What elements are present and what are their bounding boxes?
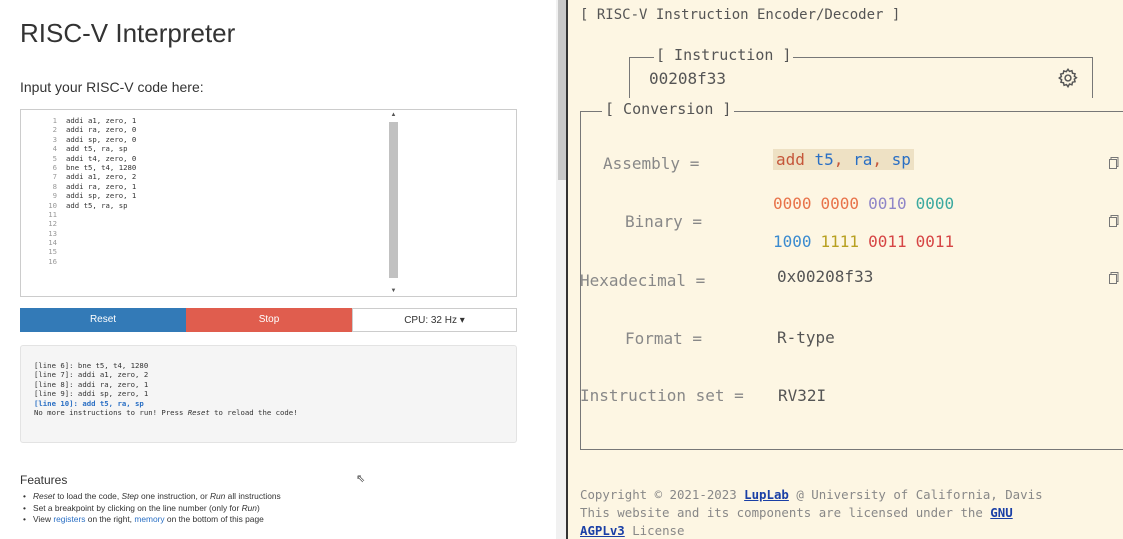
registers-link[interactable]: registers (53, 514, 85, 524)
hexadecimal-label: Hexadecimal = (580, 271, 706, 290)
code-editor[interactable]: 1 2 3 4 5 6 7 8 9 10 11 12 13 14 15 16 a… (20, 109, 517, 297)
page-scroll-thumb[interactable] (558, 0, 566, 180)
interpreter-pane: RISC-V Interpreter Input your RISC-V cod… (0, 0, 556, 539)
line-number[interactable]: 16 (21, 257, 57, 266)
scroll-down-arrow-icon[interactable]: ▼ (389, 288, 398, 294)
assembly-label: Assembly = (603, 154, 700, 173)
features-list: Reset to load the code, Step one instruc… (23, 491, 281, 526)
binary-label: Binary = (625, 212, 703, 231)
console-current-line: [line 10]: add t5, ra, sp (34, 398, 144, 408)
encoder-title: [ RISC-V Instruction Encoder/Decoder ] (580, 7, 901, 23)
output-console: [line 6]: bne t5, t4, 1280 [line 7]: add… (20, 345, 517, 443)
code-line[interactable]: bne t5, t4, 1280 (66, 163, 136, 172)
console-line: [line 8]: addi ra, zero, 1 (34, 379, 149, 389)
line-number[interactable]: 4 (21, 144, 57, 153)
encoder-decoder-pane: [ RISC-V Instruction Encoder/Decoder ] [… (568, 0, 1123, 539)
code-line[interactable]: addi a1, zero, 1 (66, 116, 136, 125)
binary-row-1[interactable]: 0000 0000 0010 0000 (773, 194, 963, 213)
page-title: RISC-V Interpreter (20, 18, 236, 48)
code-line[interactable]: addi ra, zero, 0 (66, 125, 136, 134)
scroll-up-arrow-icon[interactable]: ▲ (389, 112, 398, 118)
line-number[interactable]: 5 (21, 154, 57, 163)
line-number[interactable]: 10 (21, 201, 57, 210)
instruction-legend: [ Instruction ] (654, 46, 794, 64)
line-number-gutter[interactable]: 1 2 3 4 5 6 7 8 9 10 11 12 13 14 15 16 (21, 116, 57, 266)
gear-icon[interactable] (1057, 67, 1079, 89)
copy-icon[interactable] (1109, 272, 1119, 284)
copy-icon[interactable] (1109, 215, 1119, 227)
gnu-link[interactable]: GNU (990, 505, 1012, 520)
line-number[interactable]: 11 (21, 210, 57, 219)
instruction-set-value: RV32I (778, 386, 827, 405)
instruction-set-label: Instruction set = (580, 386, 744, 405)
console-line: [line 7]: addi a1, zero, 2 (34, 370, 149, 380)
code-line[interactable]: addi sp, zero, 0 (66, 135, 136, 144)
copy-icon[interactable] (1109, 157, 1119, 169)
editor-scroll-thumb[interactable] (389, 122, 398, 278)
conversion-legend: [ Conversion ] (602, 100, 735, 118)
reset-button[interactable]: Reset (20, 308, 186, 332)
features-heading: Features (20, 473, 68, 487)
format-value: R-type (777, 328, 835, 347)
code-lines[interactable]: addi a1, zero, 1 addi ra, zero, 0 addi s… (66, 116, 136, 210)
line-number[interactable]: 12 (21, 219, 57, 228)
console-line: [line 9]: addi sp, zero, 1 (34, 389, 149, 399)
assembly-value[interactable]: add t5, ra, sp (773, 149, 914, 170)
agplv3-link[interactable]: AGPLv3 (580, 523, 625, 538)
footer: Copyright © 2021-2023 LupLab @ Universit… (580, 487, 1043, 538)
line-number[interactable]: 14 (21, 238, 57, 247)
mouse-cursor-icon: ⇖ (356, 473, 366, 485)
code-line[interactable]: addi t4, zero, 0 (66, 154, 136, 163)
format-label: Format = (625, 329, 703, 348)
code-line[interactable]: add t5, ra, sp (66, 201, 136, 210)
control-buttons: Reset Stop CPU: 32 Hz ▾ (20, 308, 517, 332)
binary-row-2[interactable]: 1000 1111 0011 0011 (773, 232, 963, 251)
editor-scrollbar[interactable]: ▲ ▼ (388, 112, 398, 294)
luplab-link[interactable]: LupLab (744, 487, 789, 502)
code-prompt-label: Input your RISC-V code here: (20, 79, 204, 95)
line-number[interactable]: 2 (21, 125, 57, 134)
hexadecimal-value[interactable]: 0x00208f33 (777, 267, 873, 286)
memory-link[interactable]: memory (134, 514, 164, 524)
code-line[interactable]: addi a1, zero, 2 (66, 172, 136, 181)
feature-item: View registers on the right, memory on t… (23, 514, 281, 526)
code-line[interactable]: addi sp, zero, 1 (66, 191, 136, 200)
code-line[interactable]: addi ra, zero, 1 (66, 182, 136, 191)
line-number[interactable]: 13 (21, 229, 57, 238)
instruction-input[interactable]: 00208f33 (649, 69, 726, 88)
feature-item: Reset to load the code, Step one instruc… (23, 491, 281, 503)
line-number[interactable]: 1 (21, 116, 57, 125)
stop-button[interactable]: Stop (186, 308, 352, 332)
console-line: [line 6]: bne t5, t4, 1280 (34, 361, 149, 370)
line-number[interactable]: 15 (21, 247, 57, 256)
line-number[interactable]: 6 (21, 163, 57, 172)
line-number[interactable]: 7 (21, 172, 57, 181)
line-number[interactable]: 8 (21, 182, 57, 191)
feature-item: Set a breakpoint by clicking on the line… (23, 503, 281, 515)
line-number[interactable]: 9 (21, 191, 57, 200)
console-message: No more instructions to run! Press Reset… (34, 408, 298, 418)
cpu-speed-dropdown[interactable]: CPU: 32 Hz ▾ (352, 308, 517, 332)
code-line[interactable]: add t5, ra, sp (66, 144, 136, 153)
line-number[interactable]: 3 (21, 135, 57, 144)
